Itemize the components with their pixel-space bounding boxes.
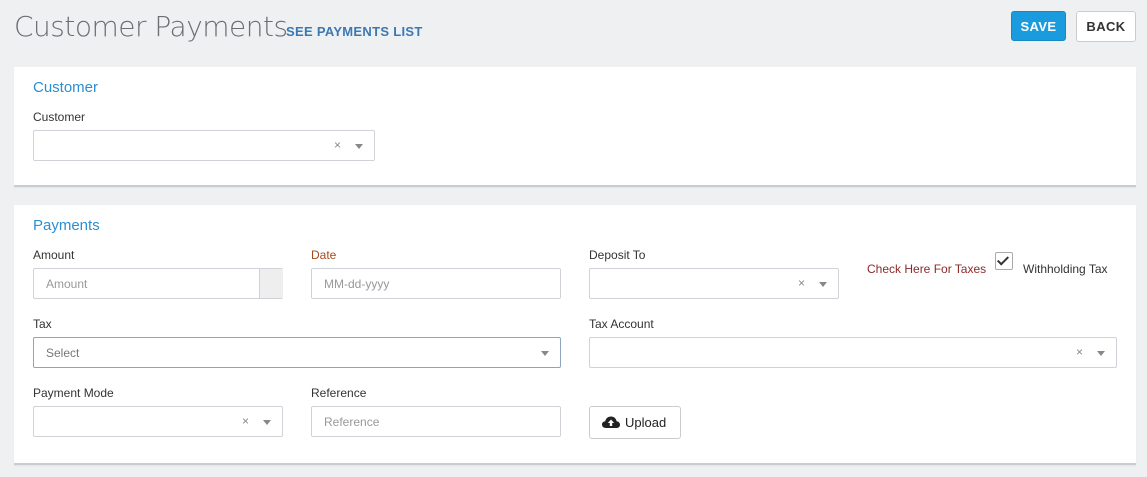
save-button[interactable]: SAVE: [1011, 11, 1066, 41]
chevron-down-icon[interactable]: [263, 420, 271, 425]
chevron-down-icon[interactable]: [1097, 351, 1105, 356]
close-icon[interactable]: ×: [1076, 345, 1083, 359]
tax-label: Tax: [33, 317, 52, 331]
date-placeholder: MM-dd-yyyy: [324, 277, 390, 291]
check-icon: [996, 253, 1010, 266]
payments-card: Payments Amount Amount Date MM-dd-yyyy D…: [14, 205, 1136, 465]
upload-label: Upload: [625, 415, 667, 430]
tax-account-select[interactable]: ×: [589, 337, 1117, 368]
tax-account-label: Tax Account: [589, 317, 654, 331]
date-label: Date: [311, 248, 337, 262]
deposit-to-label: Deposit To: [589, 248, 646, 262]
amount-label: Amount: [33, 248, 75, 262]
back-button[interactable]: BACK: [1076, 11, 1136, 42]
date-input[interactable]: MM-dd-yyyy: [311, 268, 561, 299]
payments-section-title: Payments: [33, 217, 100, 234]
page-header: Customer Payments SEE PAYMENTS LIST SAVE…: [0, 0, 1147, 60]
page-title: Customer Payments: [14, 10, 288, 43]
deposit-to-select[interactable]: ×: [589, 268, 839, 299]
payment-mode-label: Payment Mode: [33, 386, 114, 400]
chevron-down-icon[interactable]: [355, 144, 363, 149]
withholding-tax-checkbox[interactable]: [995, 252, 1013, 270]
amount-addon: [259, 269, 283, 298]
see-payments-list-link[interactable]: SEE PAYMENTS LIST: [286, 24, 423, 39]
customer-label: Customer: [33, 110, 86, 124]
amount-input[interactable]: Amount: [33, 268, 283, 299]
upload-button[interactable]: Upload: [589, 406, 681, 439]
customer-select[interactable]: ×: [33, 130, 375, 161]
close-icon[interactable]: ×: [798, 276, 805, 290]
close-icon[interactable]: ×: [334, 138, 341, 152]
check-here-for-taxes-label: Check Here For Taxes: [867, 262, 987, 276]
reference-label: Reference: [311, 386, 367, 400]
customer-card: Customer Customer ×: [14, 67, 1136, 187]
reference-placeholder: Reference: [324, 415, 380, 429]
tax-select[interactable]: Select: [33, 337, 561, 368]
withholding-tax-label: Withholding Tax: [1023, 262, 1108, 276]
chevron-down-icon[interactable]: [819, 282, 827, 287]
cloud-upload-icon: [602, 416, 620, 428]
amount-placeholder: Amount: [46, 277, 88, 291]
payment-mode-select[interactable]: ×: [33, 406, 283, 437]
chevron-down-icon[interactable]: [541, 351, 549, 356]
tax-placeholder: Select: [46, 346, 80, 360]
customer-section-title: Customer: [33, 79, 99, 96]
reference-input[interactable]: Reference: [311, 406, 561, 437]
close-icon[interactable]: ×: [242, 414, 249, 428]
